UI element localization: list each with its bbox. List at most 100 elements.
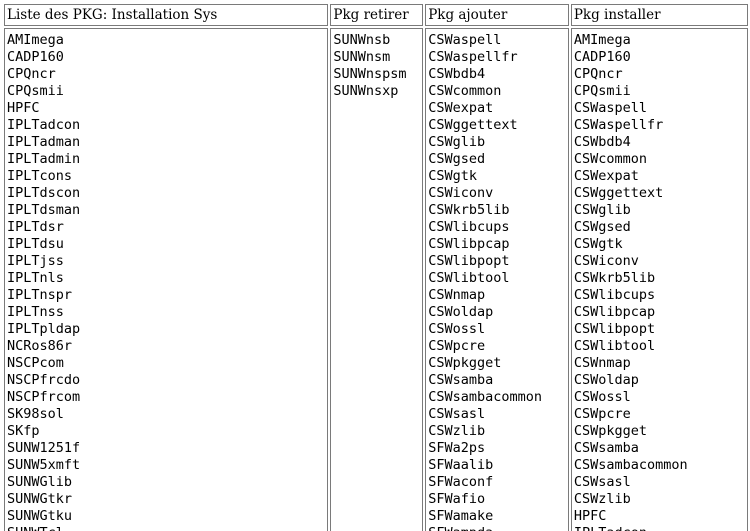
package-item: AMImega [7, 32, 64, 48]
package-item: CSWaspell [428, 32, 502, 48]
header-installation: Liste des PKG: Installation Sys [4, 4, 329, 26]
header-row: Liste des PKG: Installation Sys Pkg reti… [4, 4, 748, 26]
package-item: CSWoldap [428, 304, 494, 320]
package-item: IPLTadmin [7, 151, 81, 167]
package-item: CSWcommon [573, 151, 647, 167]
package-item: CPQncr [573, 66, 623, 82]
package-item: CSWsamba [573, 440, 639, 456]
package-item: CSWpkgget [573, 423, 647, 439]
package-item: CSWbdb4 [428, 66, 486, 82]
package-item: CSWbdb4 [573, 134, 631, 150]
package-item: SFWafio [428, 491, 486, 507]
package-item: CPQncr [7, 66, 56, 82]
ajouter-list: CSWaspell CSWaspellfr CSWbdb4 CSWcommon CSWe… [425, 28, 569, 531]
package-item: HPFC [7, 100, 40, 116]
package-item: CSWsamba [428, 372, 494, 388]
package-item: CSWsasl [428, 406, 486, 422]
package-item: CSWgsed [428, 151, 486, 167]
package-item: CSWexpat [573, 168, 639, 184]
package-item: IPLTadcon [7, 117, 81, 133]
package-item: IPLTpldap [7, 321, 81, 337]
package-item: SUNWnspsm [333, 66, 407, 82]
package-item: SUNWnsm [333, 49, 391, 65]
package-item: NSCPfrcdo [7, 372, 81, 388]
package-item: CPQsmii [573, 83, 631, 99]
package-item: CSWpcre [428, 338, 486, 354]
package-item: SFWa2ps [428, 440, 486, 456]
package-item: SK98sol [7, 406, 64, 422]
package-item: CSWgtk [573, 236, 623, 252]
package-item: CSWossl [573, 389, 631, 405]
package-item: CSWlibpopt [573, 321, 656, 337]
package-item: CSWsasl [573, 474, 631, 490]
package-item: CSWlibtool [573, 338, 656, 354]
package-item: CSWaspellfr [573, 117, 664, 133]
package-item: CSWiconv [428, 185, 494, 201]
package-item: CSWaspell [573, 100, 647, 116]
list-row: AMImega CADP160 CPQncr CPQsmii HPFC IPLTadcon… [4, 28, 748, 531]
package-item: CSWlibpcap [573, 304, 656, 320]
package-item: SUNW1251f [7, 440, 81, 456]
package-item: IPLTadcon [574, 525, 745, 531]
package-item: AMImega [573, 32, 631, 48]
package-item: CSWgsed [573, 219, 631, 235]
package-item: CADP160 [7, 49, 64, 65]
header-installer: Pkg installer [570, 4, 748, 26]
package-item: CSWglib [428, 134, 486, 150]
package-item: IPLTnss [7, 304, 64, 320]
package-item: SUNWGtkr [7, 491, 73, 507]
package-item: SFWamake [428, 508, 494, 524]
package-item: CSWglib [573, 202, 631, 218]
package-item: HPFC [573, 508, 607, 524]
package-item: CSWlibpopt [428, 253, 510, 269]
package-item: IPLTnls [7, 270, 64, 286]
package-item: SUNWTcl [7, 525, 325, 531]
package-item: CSWlibpcap [428, 236, 510, 252]
header-ajouter: Pkg ajouter [425, 4, 569, 26]
package-item: CSWkrb5lib [573, 270, 656, 286]
package-item: SUNW5xmft [7, 457, 81, 473]
package-item: SFWaalib [428, 457, 494, 473]
package-item: IPLTadman [7, 134, 81, 150]
package-item: CSWoldap [573, 372, 639, 388]
package-item: CPQsmii [7, 83, 64, 99]
package-item: CSWsambacommon [428, 389, 542, 405]
package-item: NSCPfrcom [7, 389, 81, 405]
package-item: IPLTdsman [7, 202, 81, 218]
package-item: CSWpkgget [428, 355, 502, 371]
package-item: SUNWnsb [333, 32, 391, 48]
package-item: IPLTdsu [7, 236, 64, 252]
package-item: CSWpcre [573, 406, 631, 422]
package-item: IPLTjss [7, 253, 64, 269]
package-item: SFWaconf [428, 474, 494, 490]
package-item: CSWaspellfr [428, 49, 518, 65]
page: Liste des PKG: Installation Sys Pkg reti… [0, 0, 750, 531]
package-item: SUNWGlib [7, 474, 73, 490]
package-item: IPLTnspr [7, 287, 73, 303]
package-item: CSWcommon [428, 83, 502, 99]
package-item: IPLTdscon [7, 185, 81, 201]
package-item: CSWzlib [428, 423, 486, 439]
package-item: SUNWGtku [7, 508, 73, 524]
package-item: IPLTdsr [7, 219, 64, 235]
package-item: CSWsambacommon [573, 457, 688, 473]
package-item: CSWgtk [428, 168, 477, 184]
package-item: NSCPcom [7, 355, 64, 371]
header-retirer: Pkg retirer [330, 4, 424, 26]
package-item: CSWossl [428, 321, 486, 337]
package-item: NCRos86r [7, 338, 73, 354]
package-item: CSWggettext [428, 117, 518, 133]
package-item: CSWkrb5lib [428, 202, 510, 218]
package-item: CSWnmap [573, 355, 631, 371]
installer-list: AMImega CADP160 CPQncr CPQsmii CSWaspell CSWa… [570, 28, 748, 531]
package-item: CSWlibcups [428, 219, 510, 235]
package-item: CSWzlib [573, 491, 631, 507]
package-item: CADP160 [573, 49, 631, 65]
package-item: SFWampda [428, 525, 566, 531]
retirer-list: SUNWnsb SUNWnsm SUNWnspsm SUNWnsxp [330, 28, 424, 531]
installation-list: AMImega CADP160 CPQncr CPQsmii HPFC IPLTadcon… [4, 28, 329, 531]
package-item: CSWnmap [428, 287, 486, 303]
package-item: IPLTcons [7, 168, 73, 184]
package-item: CSWggettext [573, 185, 664, 201]
package-item: CSWlibtool [428, 270, 510, 286]
